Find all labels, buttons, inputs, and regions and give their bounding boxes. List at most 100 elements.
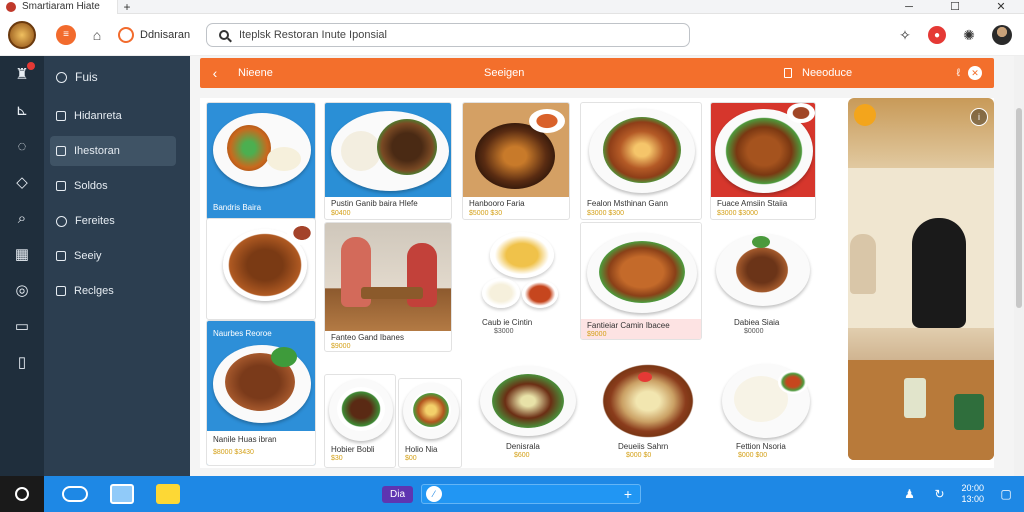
sidebar-item-fereites[interactable]: Fereites — [50, 206, 176, 236]
store-icon[interactable]: ⌂ — [88, 26, 106, 44]
card-title: Nanile Huas ibran — [213, 435, 277, 444]
menu-card[interactable]: Caub ie Cintin $3000 — [462, 222, 570, 340]
scrollbar-thumb[interactable] — [1016, 108, 1022, 308]
bowl-image — [475, 123, 555, 189]
rail-search-icon[interactable]: ⌕ — [0, 200, 44, 236]
rail-book-icon[interactable]: ▯ — [0, 344, 44, 380]
section-left-label[interactable]: Nieene — [238, 67, 273, 79]
sidebar-item-label: Soldos — [74, 180, 108, 192]
start-button[interactable] — [0, 476, 44, 512]
card-title: Holio Nia — [405, 445, 438, 454]
rail-bell-icon[interactable]: ◌ — [0, 128, 44, 164]
rail-home-icon[interactable]: ♜ — [0, 56, 44, 92]
people-icon[interactable]: ♟ — [901, 486, 917, 502]
badge-icon[interactable] — [854, 104, 876, 126]
folder-icon — [56, 111, 66, 121]
search-bar[interactable]: Iteplsk Restoran Inute Iponsial — [206, 23, 690, 47]
pin-icon[interactable]: ✕ — [968, 66, 982, 80]
sidebar-item-ihestoran[interactable]: Ihestoran — [50, 136, 176, 166]
folder-icon — [56, 181, 66, 191]
rail-chart-icon[interactable]: ⊾ — [0, 92, 44, 128]
maximize-button[interactable]: ☐ — [932, 0, 978, 14]
menu-card[interactable]: Pustin Ganib baira Hlefe $0400 — [324, 102, 452, 220]
menu-card[interactable]: Fettion Nsoria $000 $00 — [716, 360, 816, 468]
rail-tag-icon[interactable]: ◇ — [0, 164, 44, 200]
settings-icon[interactable]: ✺ — [960, 26, 978, 44]
info-icon[interactable]: ℓ — [956, 67, 960, 79]
menu-card[interactable]: Hanbooro Faria $5000 $30 — [462, 102, 570, 220]
vertical-scrollbar[interactable] — [1014, 56, 1024, 476]
menu-card[interactable]: Fealon Msthinan Gann $3000 $300 — [580, 102, 702, 220]
rice-image — [341, 131, 381, 171]
workspace-button[interactable]: Ddnisaran — [118, 26, 190, 43]
sidebar-header[interactable]: Fuis — [50, 62, 176, 92]
browser-tab[interactable]: Smartiaram Hiate — [0, 0, 118, 14]
sidebar-header-label: Fuis — [75, 70, 98, 84]
restaurant-interior-photo[interactable]: i — [848, 98, 994, 460]
food-image — [337, 387, 385, 431]
menu-card[interactable]: Hobier Bobli $30 — [324, 374, 396, 468]
puzzle-icon[interactable]: ✧ — [896, 26, 914, 44]
card-title: Fanteo Gand Ibanes — [331, 333, 404, 342]
card-price: $8000 $3430 — [213, 449, 254, 456]
card-title: Hanbooro Faria — [469, 199, 525, 208]
files-icon[interactable] — [110, 484, 134, 504]
card-title: Naurbes Reoroe — [213, 329, 272, 338]
menu-card[interactable]: Fanteo Gand Ibanes $9000 — [324, 222, 452, 352]
minimize-button[interactable]: ─ — [886, 0, 932, 14]
menu-card[interactable]: Dabiea Siaia $0000 — [710, 222, 816, 340]
card-price: $30 — [331, 455, 343, 462]
section-center-label[interactable]: Seeigen — [484, 67, 524, 79]
sidebar-item-hidanreta[interactable]: Hidanreta — [50, 101, 176, 131]
cloud-icon[interactable] — [62, 486, 88, 502]
menu-card[interactable]: Denisrala $600 — [470, 360, 586, 468]
taskbar-search[interactable]: ⁄ + — [421, 484, 642, 504]
section-header-bar: ‹ Nieene Seeigen Neeoduce ℓ ✕ — [200, 58, 994, 88]
back-icon[interactable]: ‹ — [204, 65, 226, 81]
menu-card[interactable]: Fantieiar Camin Ibacee $9000 — [580, 222, 702, 340]
close-button[interactable]: ✕ — [978, 0, 1024, 14]
sauce-bowl-image — [787, 103, 815, 123]
menu-card[interactable]: Deueiis Sahrn $000 $0 — [592, 360, 708, 468]
add-icon[interactable]: + — [624, 486, 632, 502]
sidebar-item-seeiy[interactable]: Seeiy — [50, 241, 176, 271]
cup-image — [954, 394, 984, 430]
menu-card[interactable] — [206, 218, 316, 320]
home-circle-icon — [56, 71, 67, 83]
sync-icon[interactable]: ↻ — [931, 486, 947, 502]
menu-card[interactable]: Bandris Baira — [206, 102, 316, 220]
info-icon[interactable]: i — [970, 108, 988, 126]
shield-icon — [56, 251, 66, 261]
card-title: Fealon Msthinan Gann — [587, 199, 668, 208]
menu-gallery: Bandris Baira Naurbes Reoroe Nanile Huas… — [200, 98, 994, 468]
rail-target-icon[interactable]: ◎ — [0, 272, 44, 308]
app-logo[interactable] — [0, 14, 44, 56]
sidebar-item-reclges[interactable]: Reclges — [50, 276, 176, 306]
new-tab-button[interactable]: + — [118, 0, 136, 14]
sidebar-item-label: Ihestoran — [74, 145, 120, 157]
card-title: Dabiea Siaia — [734, 318, 780, 327]
user-avatar[interactable] — [992, 25, 1012, 45]
topbar-actions: ✧ ● ✺ — [896, 25, 1012, 45]
taskbar-center: Dia ⁄ + — [382, 484, 642, 504]
herb-image — [752, 236, 770, 248]
restaurant-crest-icon — [8, 20, 36, 49]
notification-icon[interactable]: ● — [928, 26, 946, 44]
menu-card[interactable]: Fuace Amsiin Staiia $3000 $3000 — [710, 102, 816, 220]
icon-rail: ♜ ⊾ ◌ ◇ ⌕ ▦ ◎ ▭ ▯ — [0, 56, 44, 476]
folder-icon[interactable] — [156, 484, 180, 504]
rail-folder-icon[interactable]: ▭ — [0, 308, 44, 344]
system-tray: ♟ ↻ 20:00 13:00 ▢ — [901, 476, 1014, 512]
clock[interactable]: 20:00 13:00 — [961, 483, 984, 505]
rail-grid-icon[interactable]: ▦ — [0, 236, 44, 272]
menu-card[interactable]: Holio Nia $00 — [398, 378, 462, 468]
sidebar-item-soldos[interactable]: Soldos — [50, 171, 176, 201]
rail-badge — [27, 62, 35, 70]
search-input[interactable]: Iteplsk Restoran Inute Iponsial — [239, 29, 387, 41]
card-price: $3000 — [494, 328, 514, 335]
chat-icon[interactable]: ▢ — [998, 486, 1014, 502]
taskbar-pill[interactable]: Dia — [382, 485, 414, 503]
menu-button[interactable]: ≡ — [56, 24, 76, 45]
menu-card[interactable]: Naurbes Reoroe Nanile Huas ibran $8000 $… — [206, 320, 316, 466]
section-right-item[interactable]: Neeoduce — [784, 67, 852, 79]
